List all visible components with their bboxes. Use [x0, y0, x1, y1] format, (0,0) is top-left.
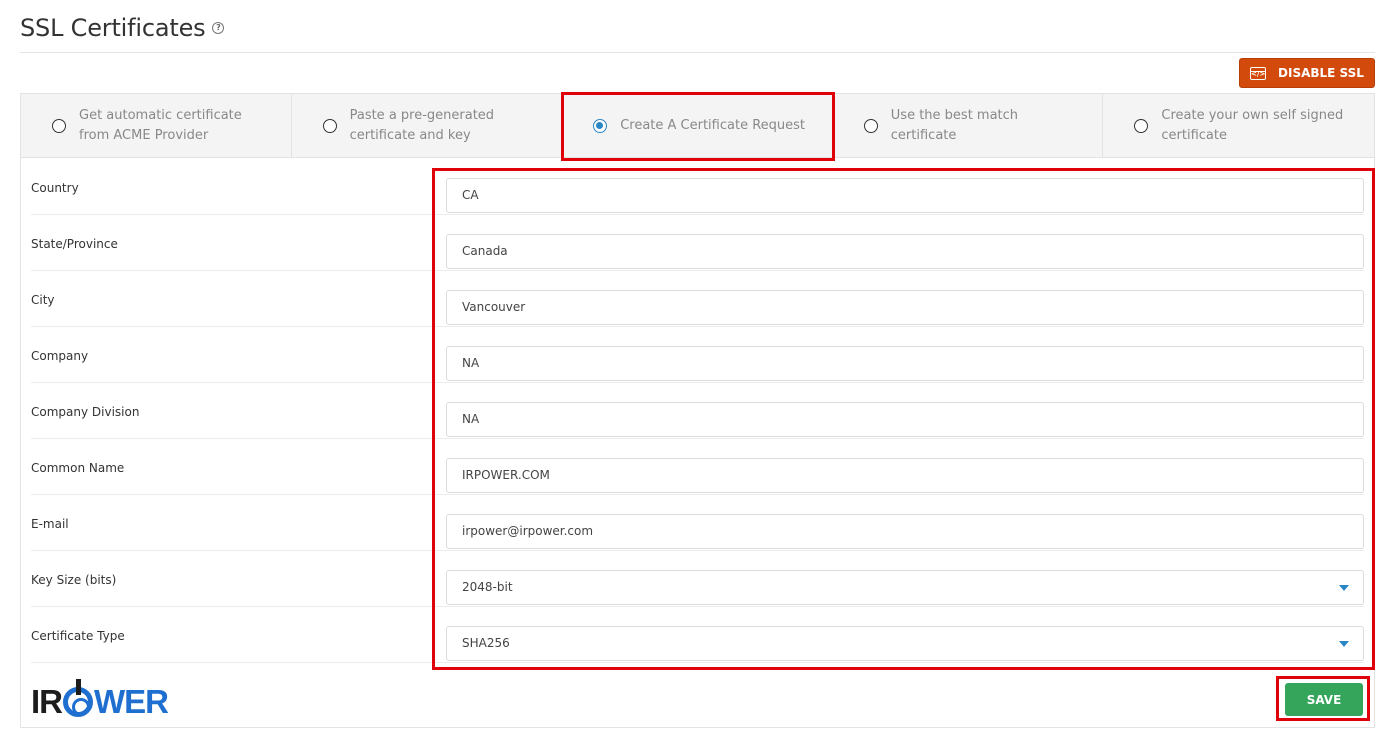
help-icon[interactable]: ? — [212, 22, 225, 34]
logo-text-right: WER — [94, 683, 169, 720]
field-label: Common Name — [31, 461, 125, 475]
tab-acme[interactable]: Get automatic certificate from ACME Prov… — [21, 94, 292, 157]
certificate-request-form: Country CA State/Province Canada City Va… — [21, 159, 1374, 663]
page-header: SSL Certificates ? — [20, 14, 225, 42]
field-label: Certificate Type — [31, 629, 125, 643]
field-label: Company Division — [31, 405, 140, 419]
save-button[interactable]: SAVE — [1285, 683, 1363, 716]
form-row-email: E-mail irpower@irpower.com — [21, 495, 1374, 551]
city-input[interactable]: Vancouver — [446, 290, 1364, 325]
form-row-state: State/Province Canada — [21, 215, 1374, 271]
field-label: State/Province — [31, 237, 118, 251]
country-input[interactable]: CA — [446, 178, 1364, 213]
form-row-company-division: Company Division NA — [21, 383, 1374, 439]
radio-acme[interactable] — [52, 118, 66, 133]
ssl-panel: Get automatic certificate from ACME Prov… — [20, 93, 1375, 728]
disable-ssl-label: DISABLE SSL — [1278, 66, 1364, 80]
tab-label: Get automatic certificate from ACME Prov… — [79, 107, 242, 143]
state-input[interactable]: Canada — [446, 234, 1364, 269]
radio-self-signed[interactable] — [1134, 118, 1149, 133]
tab-label: Create your own self signed certificate — [1161, 107, 1344, 143]
power-symbol-icon — [63, 679, 93, 717]
radio-paste-pregenerated[interactable] — [322, 118, 337, 133]
form-row-certificate-type: Certificate Type SHA256 — [21, 607, 1374, 663]
form-row-common-name: Common Name IRPOWER.COM — [21, 439, 1374, 495]
logo-text-left: IR — [31, 683, 63, 720]
tab-best-match[interactable]: Use the best match certificate — [833, 94, 1104, 157]
tab-paste-pregenerated[interactable]: Paste a pre-generated certificate and ke… — [292, 94, 563, 157]
company-input[interactable]: NA — [446, 346, 1364, 381]
irpower-logo: IR WER — [31, 679, 169, 721]
caret-down-icon — [1339, 641, 1349, 647]
form-row-key-size: Key Size (bits) 2048-bit — [21, 551, 1374, 607]
form-row-company: Company NA — [21, 327, 1374, 383]
field-label: E-mail — [31, 517, 69, 531]
field-label: City — [31, 293, 55, 307]
radio-best-match[interactable] — [863, 118, 878, 133]
common-name-input[interactable]: IRPOWER.COM — [446, 458, 1364, 493]
tab-label: Use the best match certificate — [890, 107, 1019, 143]
form-row-country: Country CA — [21, 159, 1374, 215]
key-size-select[interactable]: 2048-bit — [446, 570, 1364, 605]
select-value: 2048-bit — [462, 580, 513, 594]
field-label: Country — [31, 181, 79, 195]
field-label: Key Size (bits) — [31, 573, 117, 587]
tab-certificate-request[interactable]: Create A Certificate Request — [562, 94, 833, 157]
disable-ssl-button[interactable]: </> DISABLE SSL — [1239, 58, 1375, 88]
page-title: SSL Certificates — [20, 14, 206, 42]
field-label: Company — [31, 349, 89, 363]
certificate-method-tabs: Get automatic certificate from ACME Prov… — [21, 94, 1374, 158]
tab-label: Paste a pre-generated certificate and ke… — [349, 107, 495, 143]
tab-self-signed[interactable]: Create your own self signed certificate — [1103, 94, 1374, 157]
radio-certificate-request[interactable] — [593, 118, 608, 133]
caret-down-icon — [1339, 585, 1349, 591]
certificate-type-select[interactable]: SHA256 — [446, 626, 1364, 661]
select-value: SHA256 — [462, 636, 510, 650]
company-division-input[interactable]: NA — [446, 402, 1364, 437]
tab-label: Create A Certificate Request — [620, 117, 806, 133]
code-window-icon: </> — [1250, 66, 1267, 80]
email-input[interactable]: irpower@irpower.com — [446, 514, 1364, 549]
title-divider — [20, 52, 1375, 53]
form-row-city: City Vancouver — [21, 271, 1374, 327]
